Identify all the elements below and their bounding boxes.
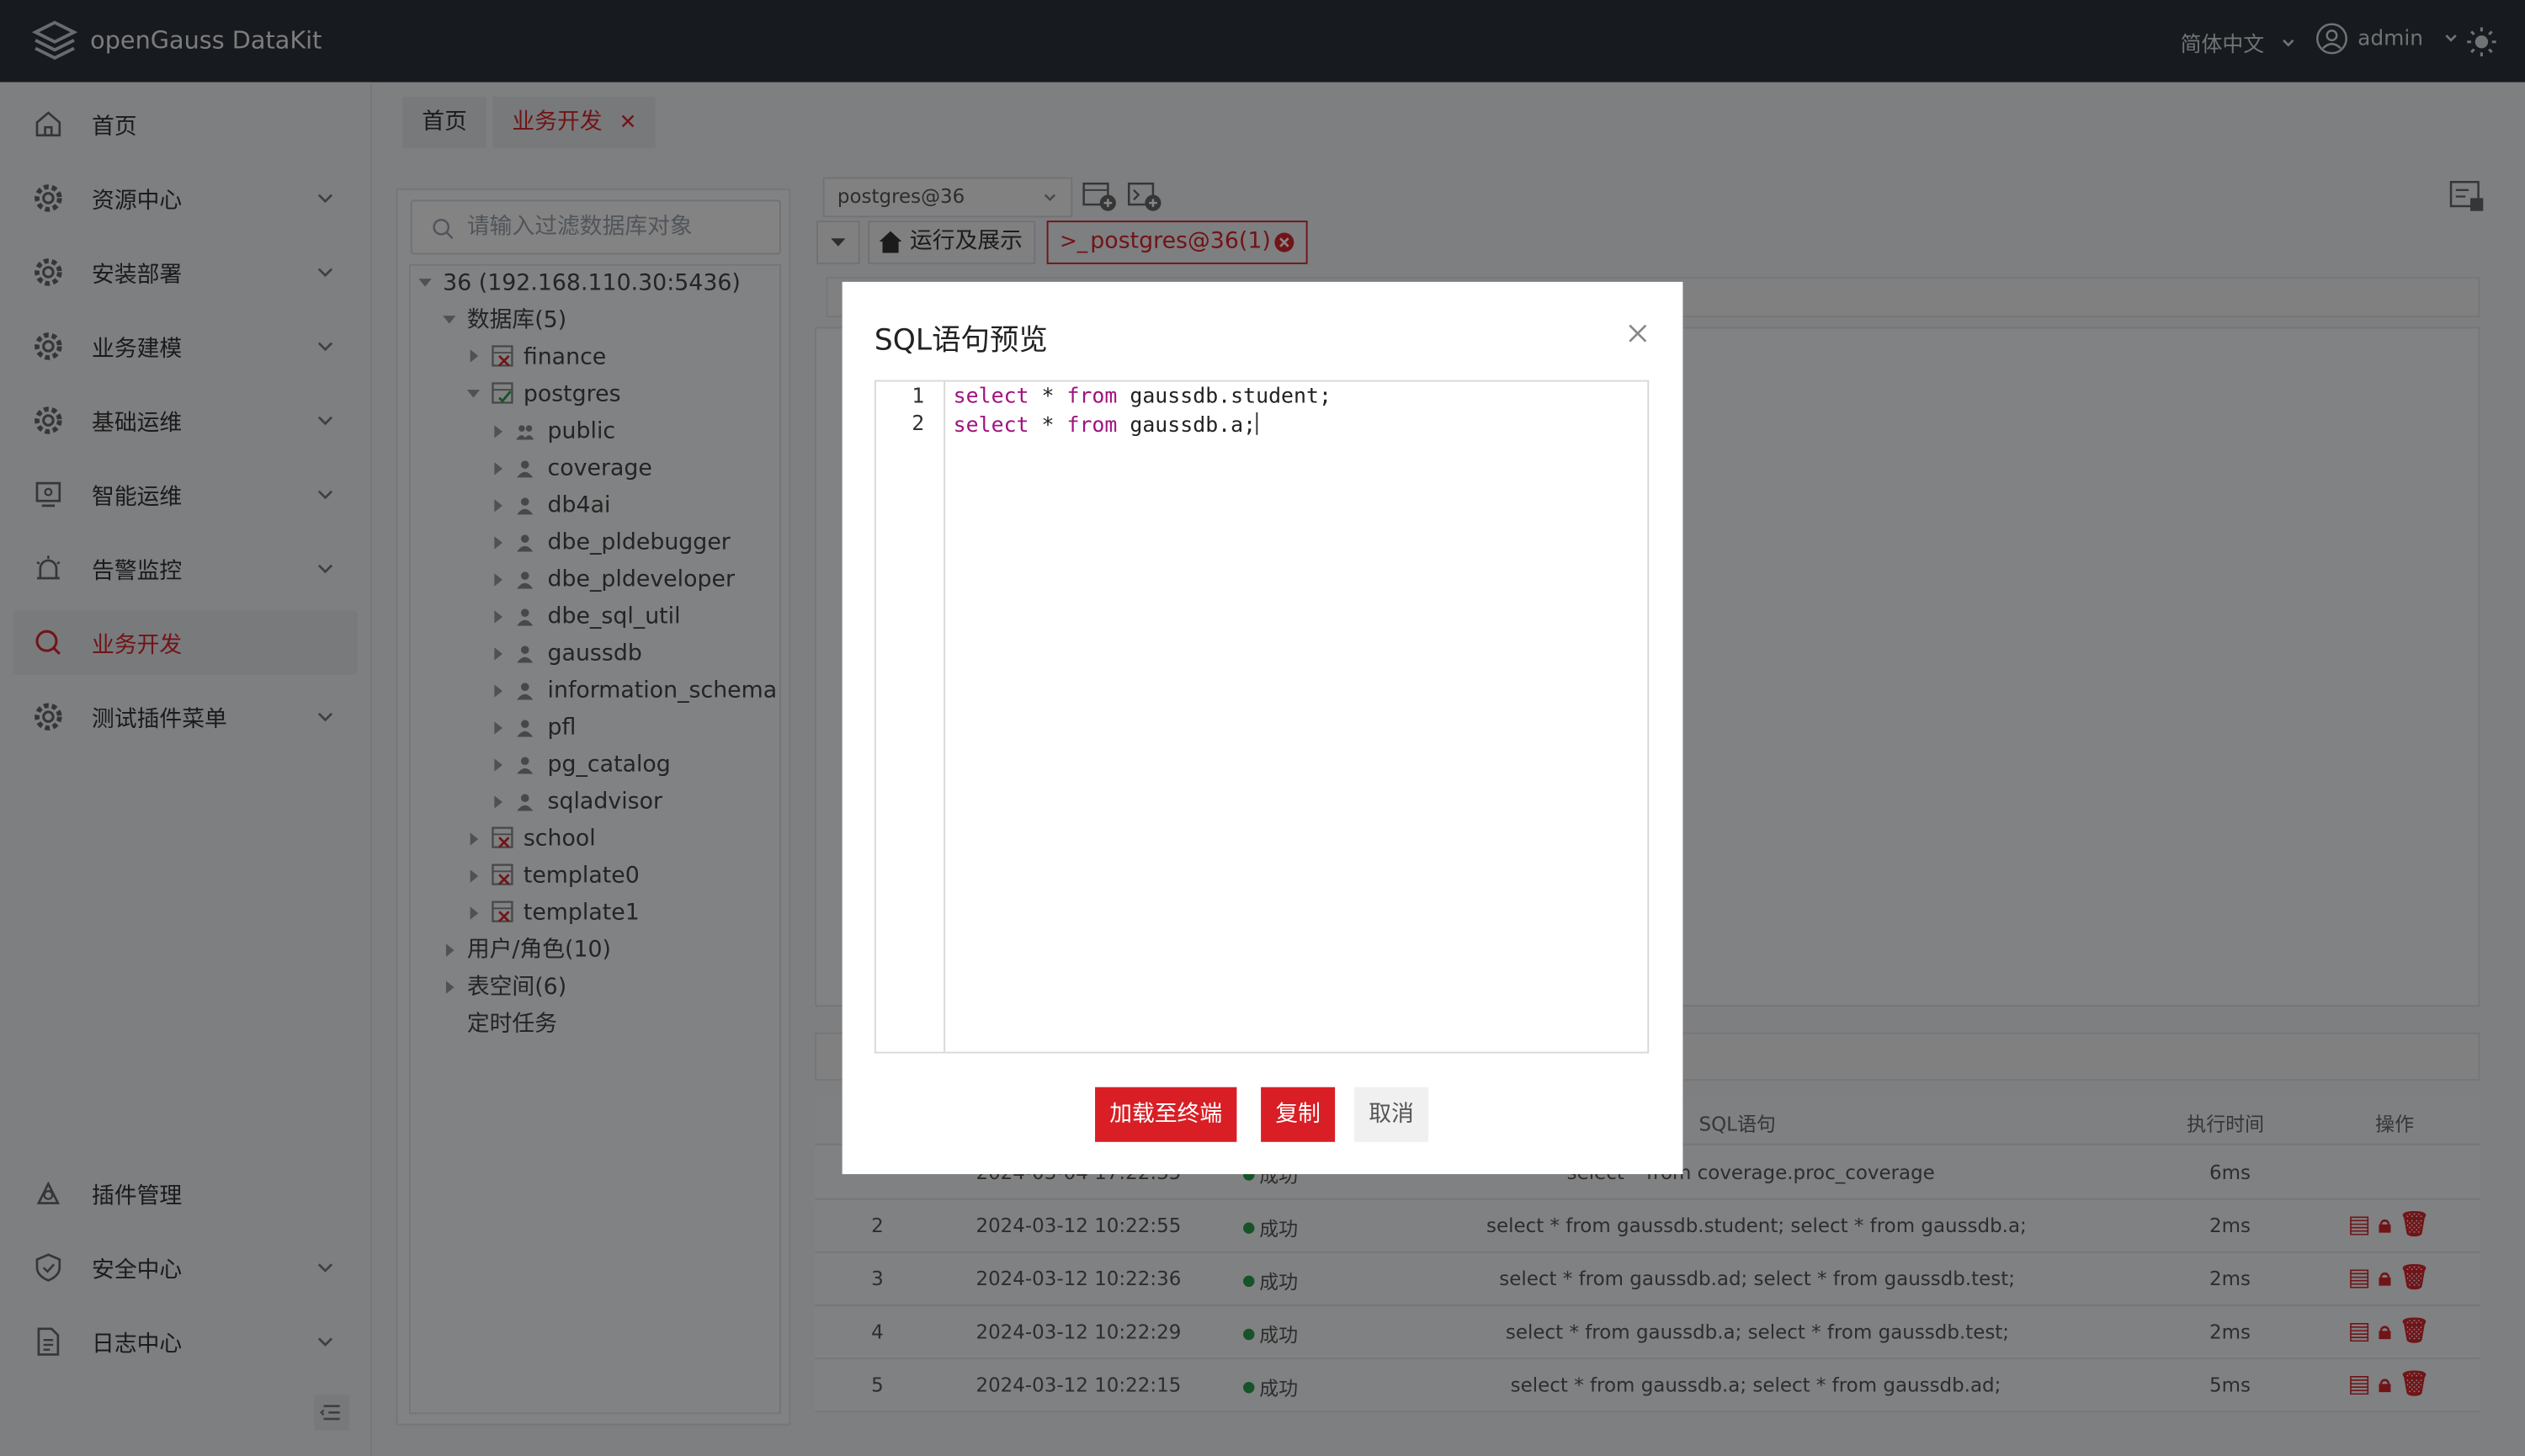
- close-icon[interactable]: [1625, 321, 1651, 347]
- sql-keyword: from: [1066, 385, 1118, 410]
- code-text: gaussdb.student;: [1117, 385, 1332, 410]
- code-text: *: [1029, 385, 1067, 410]
- app-window: openGauss DataKit 简体中文 admin 首页 资源中心 安装部…: [0, 0, 2525, 1456]
- sql-preview-editor[interactable]: 1 2 select * from gaussdb.student; selec…: [874, 380, 1650, 1054]
- code-text: gaussdb.a;: [1117, 413, 1257, 438]
- line-number: 1: [912, 385, 925, 410]
- sql-preview-dialog: SQL语句预览 1 2 select * from gaussdb.studen…: [842, 281, 1683, 1175]
- sql-keyword: from: [1066, 413, 1118, 438]
- text-cursor: [1256, 412, 1258, 435]
- code-line: select * from gaussdb.student;: [954, 385, 1332, 409]
- code-text: *: [1029, 413, 1067, 438]
- sql-keyword: select: [953, 385, 1029, 410]
- load-to-terminal-button[interactable]: 加载至终端: [1095, 1087, 1237, 1142]
- code-line: select * from gaussdb.a;: [953, 412, 1258, 438]
- cancel-button[interactable]: 取消: [1354, 1087, 1429, 1142]
- dialog-title: SQL语句预览: [874, 323, 1048, 358]
- sql-keyword: select: [953, 413, 1029, 438]
- line-number-gutter: 1 2: [875, 381, 946, 1052]
- copy-button[interactable]: 复制: [1261, 1087, 1336, 1142]
- line-number: 2: [912, 412, 925, 437]
